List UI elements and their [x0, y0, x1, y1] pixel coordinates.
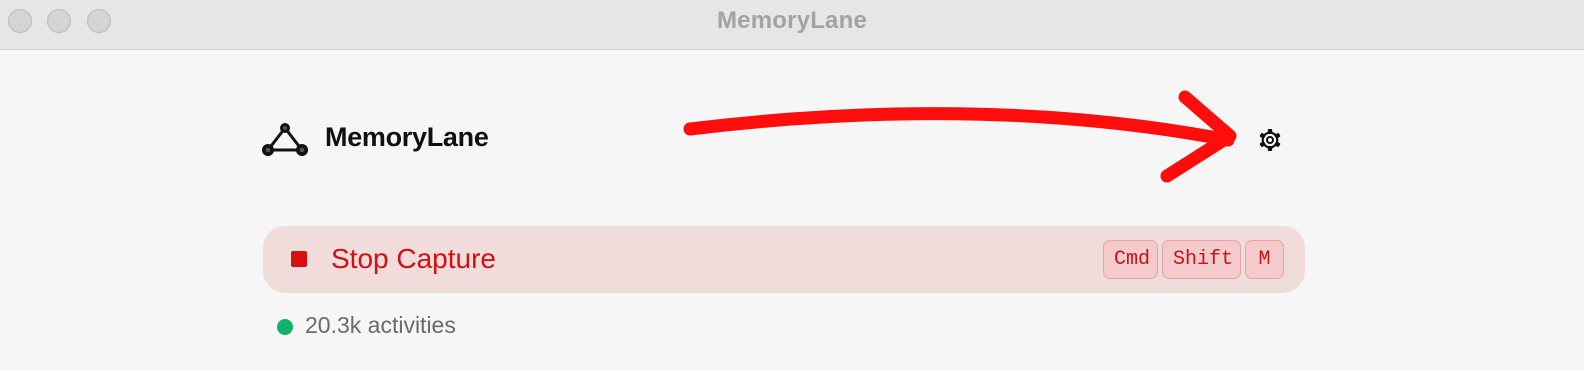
title-bar[interactable]: MemoryLane: [0, 0, 1584, 50]
window-title: MemoryLane: [716, 7, 868, 34]
stop-capture-button[interactable]: Stop Capture Cmd Shift M: [263, 226, 1305, 293]
app-window: MemoryLane MemoryLane Stop Capture Cmd S…: [0, 0, 1584, 370]
triangle-nodes-icon: [262, 123, 308, 156]
shortcut-key-shift: Shift: [1162, 240, 1241, 279]
stop-square-icon: [291, 251, 307, 267]
annotation-arrow-icon: [683, 90, 1237, 183]
app-name: MemoryLane: [325, 122, 489, 152]
shortcut-key-cmd: Cmd: [1103, 240, 1158, 279]
activity-count-text: 20.3k activities: [305, 312, 456, 338]
gear-icon[interactable]: [1256, 126, 1284, 154]
shortcut-key-m: M: [1245, 240, 1284, 279]
stop-capture-label: Stop Capture: [331, 243, 496, 274]
status-indicator-dot: [277, 319, 293, 335]
